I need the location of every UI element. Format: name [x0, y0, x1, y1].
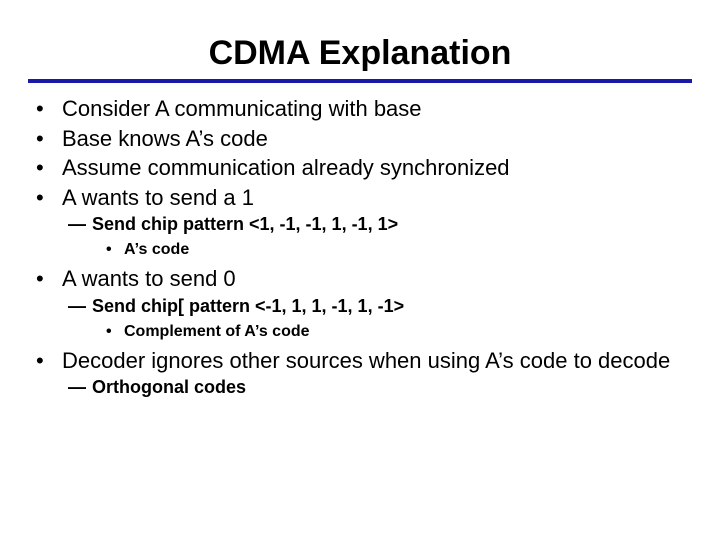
slide-title: CDMA Explanation — [28, 34, 692, 83]
slide-body: • Consider A communicating with base • B… — [28, 95, 692, 400]
list-item: — Send chip pattern <1, -1, -1, 1, -1, 1… — [68, 213, 686, 236]
list-item: • Base knows A’s code — [34, 125, 686, 153]
list-item: • Consider A communicating with base — [34, 95, 686, 123]
item-text: A’s code — [124, 240, 686, 261]
item-text: Consider A communicating with base — [62, 95, 686, 123]
list-item: — Send chip[ pattern <-1, 1, 1, -1, 1, -… — [68, 295, 686, 318]
list-item: • Assume communication already synchroni… — [34, 154, 686, 182]
list-item: — Orthogonal codes — [68, 376, 686, 399]
list-item: • Decoder ignores other sources when usi… — [34, 347, 686, 375]
bullet-icon: • — [34, 125, 62, 153]
item-text: Send chip pattern <1, -1, -1, 1, -1, 1> — [92, 213, 686, 236]
dash-icon: — — [68, 295, 92, 318]
item-text: A wants to send a 1 — [62, 184, 686, 212]
list-item: • A wants to send a 1 — [34, 184, 686, 212]
item-text: Assume communication already synchronize… — [62, 154, 686, 182]
bullet-icon: • — [106, 322, 124, 343]
list-item: • A’s code — [106, 240, 686, 261]
item-text: Send chip[ pattern <-1, 1, 1, -1, 1, -1> — [92, 295, 686, 318]
bullet-icon: • — [34, 184, 62, 212]
item-text: A wants to send 0 — [62, 265, 686, 293]
bullet-icon: • — [106, 240, 124, 261]
dash-icon: — — [68, 376, 92, 399]
bullet-icon: • — [34, 95, 62, 123]
item-text: Orthogonal codes — [92, 376, 686, 399]
dash-icon: — — [68, 213, 92, 236]
bullet-icon: • — [34, 347, 62, 375]
list-item: • Complement of A’s code — [106, 322, 686, 343]
item-text: Complement of A’s code — [124, 322, 686, 343]
bullet-icon: • — [34, 265, 62, 293]
item-text: Base knows A’s code — [62, 125, 686, 153]
list-item: • A wants to send 0 — [34, 265, 686, 293]
bullet-icon: • — [34, 154, 62, 182]
item-text: Decoder ignores other sources when using… — [62, 347, 686, 375]
